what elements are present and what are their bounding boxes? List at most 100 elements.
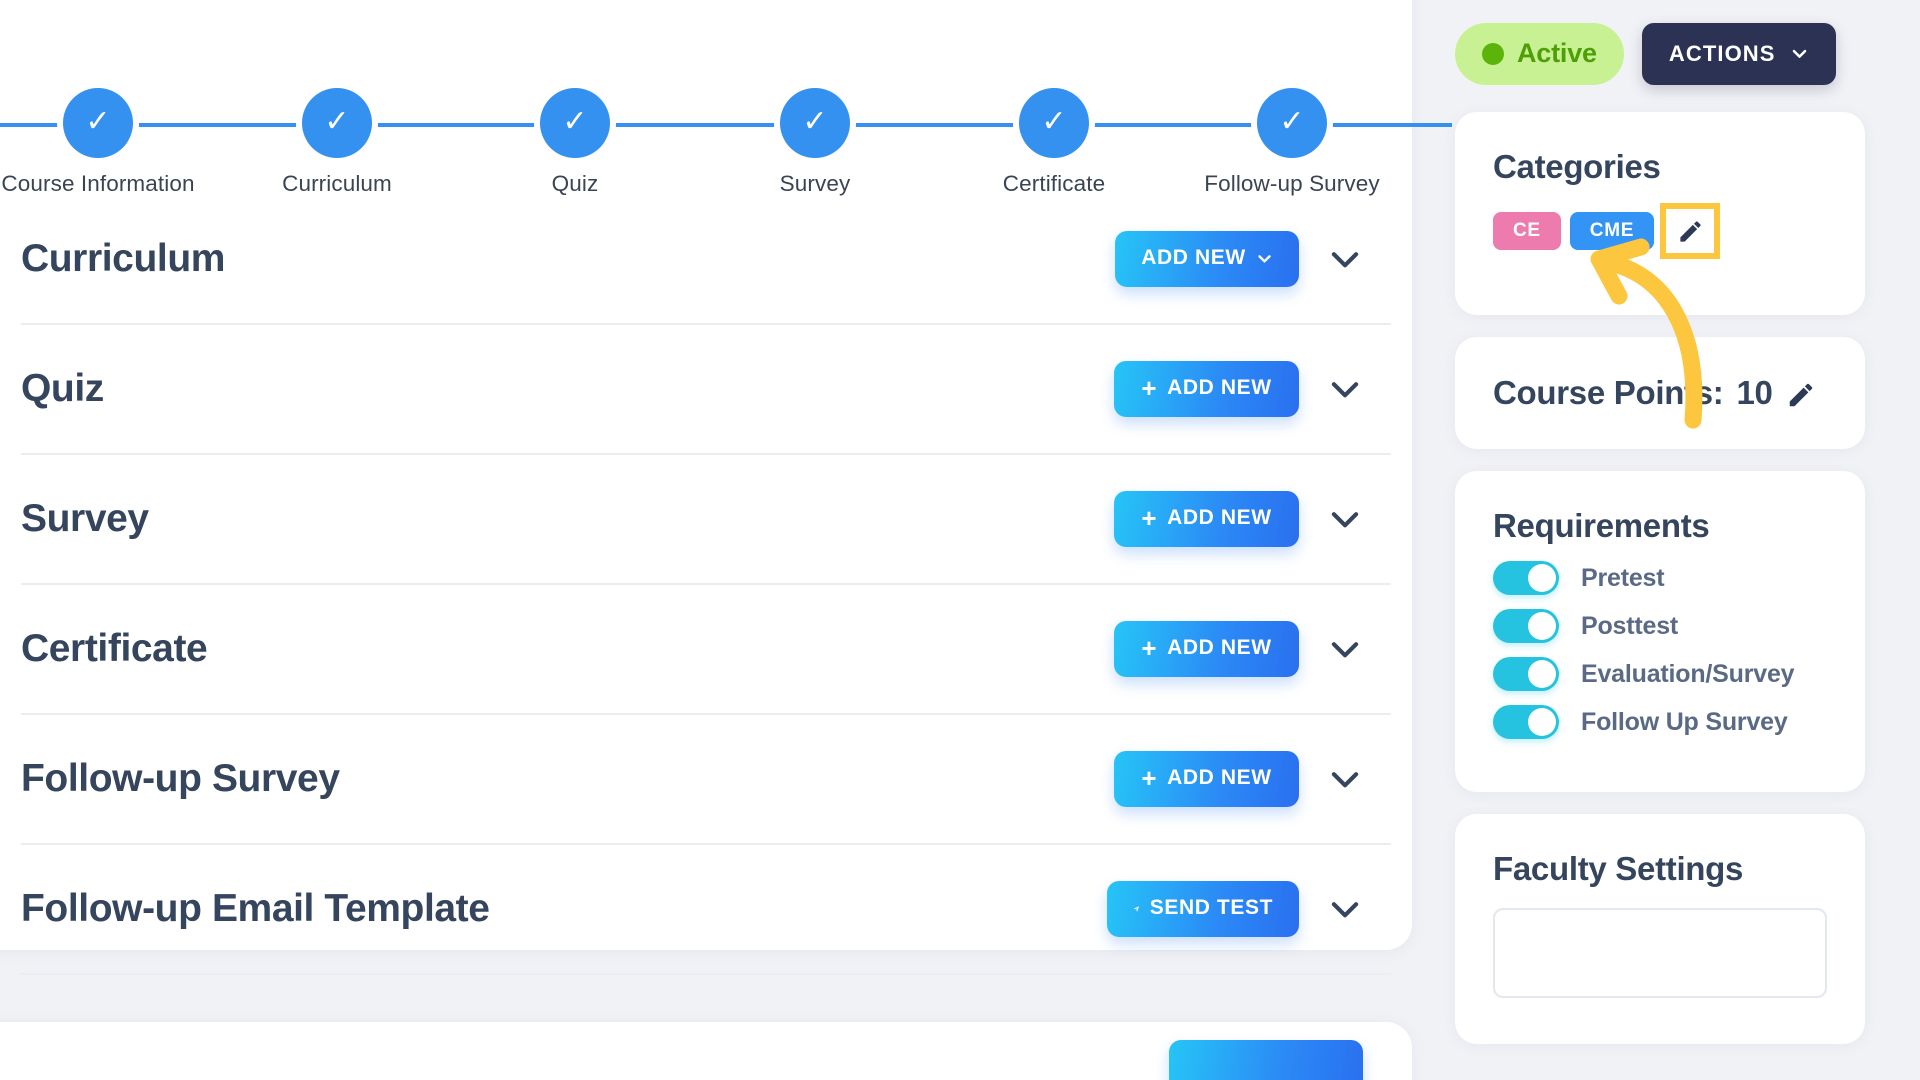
section-expand-toggle-follow-up-email-template[interactable] (1299, 890, 1391, 928)
status-badge[interactable]: Active (1455, 23, 1624, 85)
requirement-row-evaluation-survey: Evaluation/Survey (1493, 657, 1827, 691)
bottom-primary-button[interactable] (1169, 1040, 1363, 1080)
requirements-list: Pretest Posttest Evaluation/Survey Follo… (1493, 561, 1827, 739)
section-expand-toggle-follow-up-survey[interactable] (1299, 760, 1391, 798)
plus-icon: + (1141, 763, 1158, 793)
pencil-icon[interactable] (1786, 380, 1816, 410)
stepper-step-label: Quiz (551, 171, 599, 196)
stepper-step-label: Curriculum (282, 171, 392, 196)
plus-icon: + (1141, 503, 1158, 533)
toggle-follow-up-survey[interactable] (1493, 705, 1559, 739)
chevron-down-icon (1331, 382, 1359, 398)
course-points-label: Course Points: (1493, 374, 1724, 411)
check-icon: ✓ (302, 88, 372, 158)
toggle-pretest[interactable] (1493, 561, 1559, 595)
actions-button-label: ACTIONS (1668, 41, 1776, 66)
stepper-step-certificate[interactable]: ✓ Certificate (954, 88, 1154, 197)
section-title: Follow-up Email Template (21, 887, 490, 930)
toggle-posttest[interactable] (1493, 609, 1559, 643)
section-row-follow-up-survey: Follow-up Survey + ADD NEW (21, 715, 1391, 845)
sidebar-header: Active ACTIONS (1455, 0, 1865, 90)
chevron-down-icon (1331, 512, 1359, 528)
section-row-survey: Survey + ADD NEW (21, 455, 1391, 585)
faculty-settings-title: Faculty Settings (1493, 850, 1744, 887)
check-icon: ✓ (1019, 88, 1089, 158)
category-tag-cme[interactable]: CME (1569, 212, 1655, 250)
pencil-icon (1680, 220, 1701, 242)
section-row-follow-up-email-template: Follow-up Email Template SEND TEST (21, 845, 1391, 975)
button-label: ADD NEW (1167, 506, 1272, 529)
requirements-card: Requirements Pretest Posttest Evaluation… (1455, 471, 1865, 792)
chevron-down-icon (1331, 902, 1359, 918)
section-title: Curriculum (21, 237, 226, 280)
button-label: ADD NEW (1141, 246, 1246, 269)
course-sections-list: Curriculum ADD NEW Quiz + ADD NEW Survey… (0, 195, 1412, 975)
section-row-curriculum: Curriculum ADD NEW (21, 195, 1391, 325)
requirement-label: Evaluation/Survey (1581, 659, 1795, 688)
add-new-button-certificate[interactable]: + ADD NEW (1114, 621, 1299, 677)
stepper-step-label: Follow-up Survey (1204, 171, 1380, 196)
requirement-label: Posttest (1581, 611, 1679, 640)
button-label: ADD NEW (1167, 766, 1272, 789)
toggle-knob (1528, 612, 1556, 640)
categories-card: Categories CE CME (1455, 112, 1865, 315)
chevron-down-icon (1792, 49, 1806, 58)
faculty-settings-card: Faculty Settings (1455, 814, 1865, 1044)
stepper-step-quiz[interactable]: ✓ Quiz (475, 88, 675, 197)
course-points-row: Course Points: 10 (1493, 374, 1816, 412)
requirement-label: Follow Up Survey (1581, 707, 1788, 736)
section-expand-toggle-curriculum[interactable] (1299, 240, 1391, 278)
section-row-actions: ADD NEW (1115, 195, 1391, 323)
category-tag-ce[interactable]: CE (1493, 212, 1561, 250)
section-row-actions: + ADD NEW (1114, 325, 1391, 453)
paper-plane-icon (1133, 906, 1140, 912)
categories-edit-icon-highlight[interactable] (1660, 203, 1721, 259)
course-points-card: Course Points: 10 (1455, 337, 1865, 449)
toggle-knob (1528, 564, 1556, 592)
add-new-button-quiz[interactable]: + ADD NEW (1114, 361, 1299, 417)
stepper-step-label: Survey (779, 171, 851, 196)
section-expand-toggle-certificate[interactable] (1299, 630, 1391, 668)
add-new-button-survey[interactable]: + ADD NEW (1114, 491, 1299, 547)
check-icon: ✓ (63, 88, 133, 158)
toggle-knob (1528, 660, 1556, 688)
section-expand-toggle-quiz[interactable] (1299, 370, 1391, 408)
add-new-button-follow-up-survey[interactable]: + ADD NEW (1114, 751, 1299, 807)
course-points-value: 10 (1736, 374, 1773, 411)
section-title: Quiz (21, 367, 104, 410)
toggle-evaluation-survey[interactable] (1493, 657, 1559, 691)
status-dot-icon (1482, 43, 1504, 65)
section-row-quiz: Quiz + ADD NEW (21, 325, 1391, 455)
chevron-down-icon (1331, 642, 1359, 658)
stepper-step-follow-up-survey[interactable]: ✓ Follow-up Survey (1192, 88, 1392, 197)
requirement-row-posttest: Posttest (1493, 609, 1827, 643)
stepper-step-curriculum[interactable]: ✓ Curriculum (237, 88, 437, 197)
section-title: Follow-up Survey (21, 757, 340, 800)
page-root: ✓ Course Information ✓ Curriculum ✓ Quiz… (0, 0, 1920, 1080)
section-expand-toggle-survey[interactable] (1299, 500, 1391, 538)
plus-icon: + (1141, 373, 1158, 403)
button-label: ADD NEW (1167, 376, 1272, 399)
button-label: SEND TEST (1149, 896, 1273, 919)
stepper-step-course-information[interactable]: ✓ Course Information (0, 88, 198, 197)
chevron-down-icon (1331, 772, 1359, 788)
toggle-knob (1528, 708, 1556, 736)
requirements-title: Requirements (1493, 507, 1710, 544)
chevron-down-icon (1331, 252, 1359, 268)
requirement-row-pretest: Pretest (1493, 561, 1827, 595)
send-test-button[interactable]: SEND TEST (1107, 881, 1299, 937)
requirement-label: Pretest (1581, 563, 1665, 592)
faculty-settings-field[interactable] (1493, 908, 1827, 998)
check-icon: ✓ (780, 88, 850, 158)
section-row-actions: + ADD NEW (1114, 715, 1391, 843)
section-row-actions: + ADD NEW (1114, 455, 1391, 583)
section-title: Certificate (21, 627, 208, 670)
check-icon: ✓ (1257, 88, 1327, 158)
add-new-dropdown-button-curriculum[interactable]: ADD NEW (1115, 231, 1299, 287)
categories-title: Categories (1493, 148, 1661, 185)
stepper-step-survey[interactable]: ✓ Survey (715, 88, 915, 197)
requirement-row-follow-up-survey: Follow Up Survey (1493, 705, 1827, 739)
actions-dropdown-button[interactable]: ACTIONS (1641, 23, 1836, 85)
section-row-certificate: Certificate + ADD NEW (21, 585, 1391, 715)
course-sidebar: Active ACTIONS Categories CE CME Course … (1455, 0, 1865, 1044)
